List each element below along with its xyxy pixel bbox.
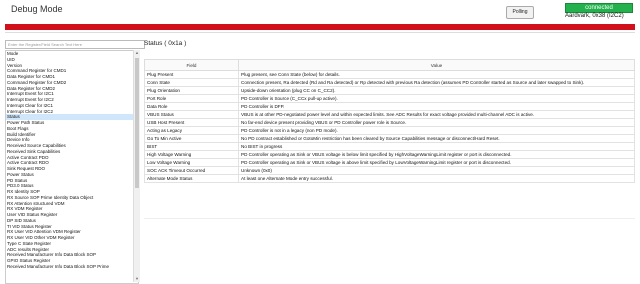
table-row: USB Host Present No far-end device presen… (144, 118, 635, 127)
field-name-cell: USB Host Present (144, 118, 239, 127)
field-name-cell: SOC ACK Timeout Occurred (144, 166, 239, 175)
table-row: Low Voltage Warning PD Controller operati… (144, 158, 635, 167)
page-title: Debug Mode (11, 4, 63, 14)
field-value-cell: At least one Alternate Mode entry succes… (238, 174, 635, 183)
field-value-cell: No far-end device present providing VBUS… (238, 118, 635, 127)
field-column-header: Field (144, 59, 239, 71)
table-row: SOC ACK Timeout Occurred Unknown (0x0) (144, 166, 635, 175)
field-name-cell: Alternate Mode Status (144, 174, 239, 183)
scroll-thumb[interactable] (135, 58, 139, 188)
table-row: Acting as Legacy PD Controller is not in … (144, 126, 635, 135)
field-value-cell: Connection present, Ra detected (Rd and … (238, 78, 635, 87)
field-name-cell: Plug Orientation (144, 86, 239, 95)
table-row: Go To Min Active No PD contract establish… (144, 134, 635, 143)
field-name-cell: Go To Min Active (144, 134, 239, 143)
table-row: Alternate Mode Status At least one Altern… (144, 174, 635, 183)
register-list-scrollbar[interactable]: ▲ ▼ (133, 50, 140, 282)
field-value-cell: Plug present, see Conn State (below) for… (238, 70, 635, 79)
field-name-cell: BIST (144, 142, 239, 151)
register-search-input[interactable]: Enter the Register/Field Search Text Her… (5, 40, 145, 49)
table-row: Port Role PD Controller is Source (C_CCx … (144, 94, 635, 103)
field-value-cell: PD Controller is not in a legacy (non PD… (238, 126, 635, 135)
field-value-cell: PD Controller operating as Sink or VBUS … (238, 158, 635, 167)
field-value-cell: No PD contract established or GotoMin re… (238, 134, 635, 143)
register-panel-title: Status ( 0x1a ) (144, 40, 187, 47)
register-list-item[interactable]: Received Manufacturer Info Data Block SO… (6, 264, 138, 270)
header-rule (5, 32, 635, 33)
value-column-header: Value (238, 59, 635, 71)
field-value-cell: Unknown (0x0) (238, 166, 635, 175)
field-name-cell: VBUS Status (144, 110, 239, 119)
field-value-cell: Upside-down orientation (plug CC on C_CC… (238, 86, 635, 95)
table-row: Data Role PD Controller is DFP. (144, 102, 635, 111)
field-value-cell: PD Controller is DFP. (238, 102, 635, 111)
field-name-cell: Plug Present (144, 70, 239, 79)
register-list[interactable]: Mode UID Version Command Register for CMD1 D… (5, 50, 139, 284)
field-value-cell: PD Controller operating as Sink or VBUS … (238, 150, 635, 159)
scroll-down-icon[interactable]: ▼ (134, 276, 140, 282)
field-name-cell: Conn State (144, 78, 239, 87)
table-row: Plug Orientation Upside-down orientation … (144, 86, 635, 95)
device-info: Aardvark, 0x38 (I2C2) (565, 13, 624, 19)
table-row: VBUS Status VBUS is at other PD-negotiate… (144, 110, 635, 119)
table-row: Plug Present Plug present, see Conn State… (144, 70, 635, 79)
table-row: Conn State Connection present, Ra detecte… (144, 78, 635, 87)
header-divider-bar (5, 24, 635, 30)
table-row: BIST No BIST in progress (144, 142, 635, 151)
field-value-cell: VBUS is at other PD-negotiated power lev… (238, 110, 635, 119)
table-bottom-rule (144, 218, 635, 219)
polling-button[interactable]: Polling (506, 6, 534, 19)
table-row: High Voltage Warning PD Controller operat… (144, 150, 635, 159)
field-name-cell: Acting as Legacy (144, 126, 239, 135)
field-name-cell: Data Role (144, 102, 239, 111)
field-value-cell: No BIST in progress (238, 142, 635, 151)
connection-status-badge: connected (565, 3, 633, 13)
field-name-cell: Low Voltage Warning (144, 158, 239, 167)
field-value-cell: PD Controller is Source (C_CCx pull-up a… (238, 94, 635, 103)
field-name-cell: High Voltage Warning (144, 150, 239, 159)
scroll-up-icon[interactable]: ▲ (134, 50, 140, 56)
field-name-cell: Port Role (144, 94, 239, 103)
field-table: Field Value Plug Present Plug present, se… (144, 59, 635, 183)
